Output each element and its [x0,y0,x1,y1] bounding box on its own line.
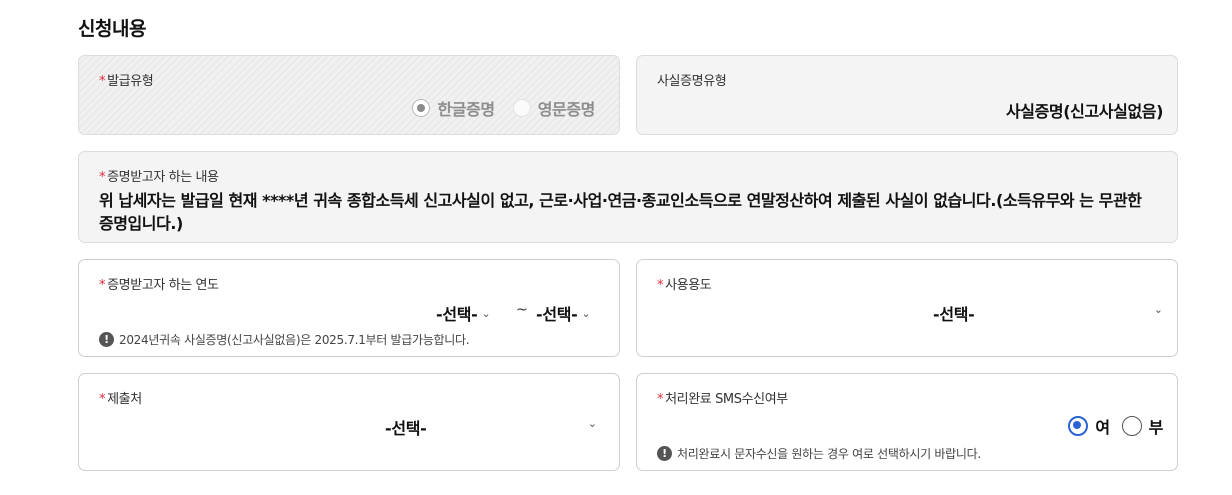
radio-sms-no[interactable] [1121,416,1142,436]
year-from-select[interactable]: -선택- ⌄ [436,301,491,325]
submit-to-select-value: -선택- [385,419,427,438]
required-mark: * [99,74,106,89]
section-title: 신청내용 [78,18,146,40]
issue-type-box: * 발급유형 한글증명 영문증명 [78,55,620,135]
cert-year-notice-text: 2024년귀속 사실증명(신고사실없음)은 2025.7.1부터 발급가능합니다… [119,333,470,347]
sms-radio-group: 여 부 [1068,414,1169,438]
fact-cert-type-value: 사실증명(신고사실없음) [1005,102,1163,121]
option-english-cert-label: 영문증명 [537,100,596,119]
usage-select[interactable]: -선택- ⌄ [657,301,1163,324]
usage-label: * 사용용도 [657,274,712,293]
info-icon: ! [657,446,672,461]
info-icon: ! [99,332,114,347]
cert-content-label: * 증명받고자 하는 내용 [99,166,219,185]
option-korean-cert-label: 한글증명 [437,100,495,119]
cert-content-text: 위 납세자는 발급일 현재 ****년 귀속 종합소득세 신고사실이 없고, 근… [99,191,1142,233]
required-mark: * [657,392,664,407]
submit-to-label-text: 제출처 [107,392,142,407]
submit-to-select[interactable]: -선택- ⌄ [99,415,597,438]
submit-to-label: * 제출처 [99,388,142,407]
required-mark: * [99,278,106,293]
sms-label: * 처리완료 SMS수신여부 [657,388,788,407]
radio-english-cert[interactable] [512,99,531,117]
usage-box: * 사용용도 -선택- ⌄ [636,259,1178,357]
chevron-down-icon: ⌄ [587,417,597,430]
option-sms-yes-label: 여 [1095,418,1110,437]
issue-type-label-text: 발급유형 [107,74,154,89]
cert-year-notice: ! 2024년귀속 사실증명(신고사실없음)은 2025.7.1부터 발급가능합… [99,331,470,348]
cert-year-box: * 증명받고자 하는 연도 -선택- ⌄ ~ -선택- ⌄ ! 2024년귀속 사… [78,259,620,357]
year-to-value: -선택- [536,305,578,324]
sms-box: * 처리완료 SMS수신여부 여 부 ! 처리완료시 문자수신을 원하는 경우 여… [636,373,1178,471]
usage-label-text: 사용용도 [665,278,712,293]
chevron-down-icon: ⌄ [1153,303,1163,316]
usage-select-value: -선택- [933,305,975,324]
year-to-select[interactable]: -선택- ⌄ [536,301,591,325]
year-from-value: -선택- [436,305,478,324]
sms-label-text: 처리완료 SMS수신여부 [665,392,788,407]
chevron-down-icon: ⌄ [481,306,491,320]
issue-type-label: * 발급유형 [99,70,154,89]
cert-year-label: * 증명받고자 하는 연도 [99,274,219,293]
cert-content-box: * 증명받고자 하는 내용 위 납세자는 발급일 현재 ****년 귀속 종합소득… [78,151,1178,243]
required-mark: * [99,392,106,407]
required-mark: * [657,278,664,293]
sms-notice-text: 처리완료시 문자수신을 원하는 경우 여로 선택하시기 바랍니다. [677,447,981,461]
year-range-separator: ~ [516,302,528,318]
chevron-down-icon: ⌄ [581,306,591,320]
submit-to-box: * 제출처 -선택- ⌄ [78,373,620,471]
fact-cert-type-box: 사실증명유형 사실증명(신고사실없음) [636,55,1178,135]
option-sms-no-label: 부 [1148,418,1164,437]
issue-type-radio-group: 한글증명 영문증명 [412,96,613,120]
radio-sms-yes[interactable] [1068,416,1089,436]
cert-year-label-text: 증명받고자 하는 연도 [107,278,219,293]
cert-content-label-text: 증명받고자 하는 내용 [107,170,219,185]
sms-notice: ! 처리완료시 문자수신을 원하는 경우 여로 선택하시기 바랍니다. [657,445,981,462]
fact-cert-type-label: 사실증명유형 [657,74,727,89]
radio-korean-cert[interactable] [412,99,431,117]
required-mark: * [99,170,106,185]
